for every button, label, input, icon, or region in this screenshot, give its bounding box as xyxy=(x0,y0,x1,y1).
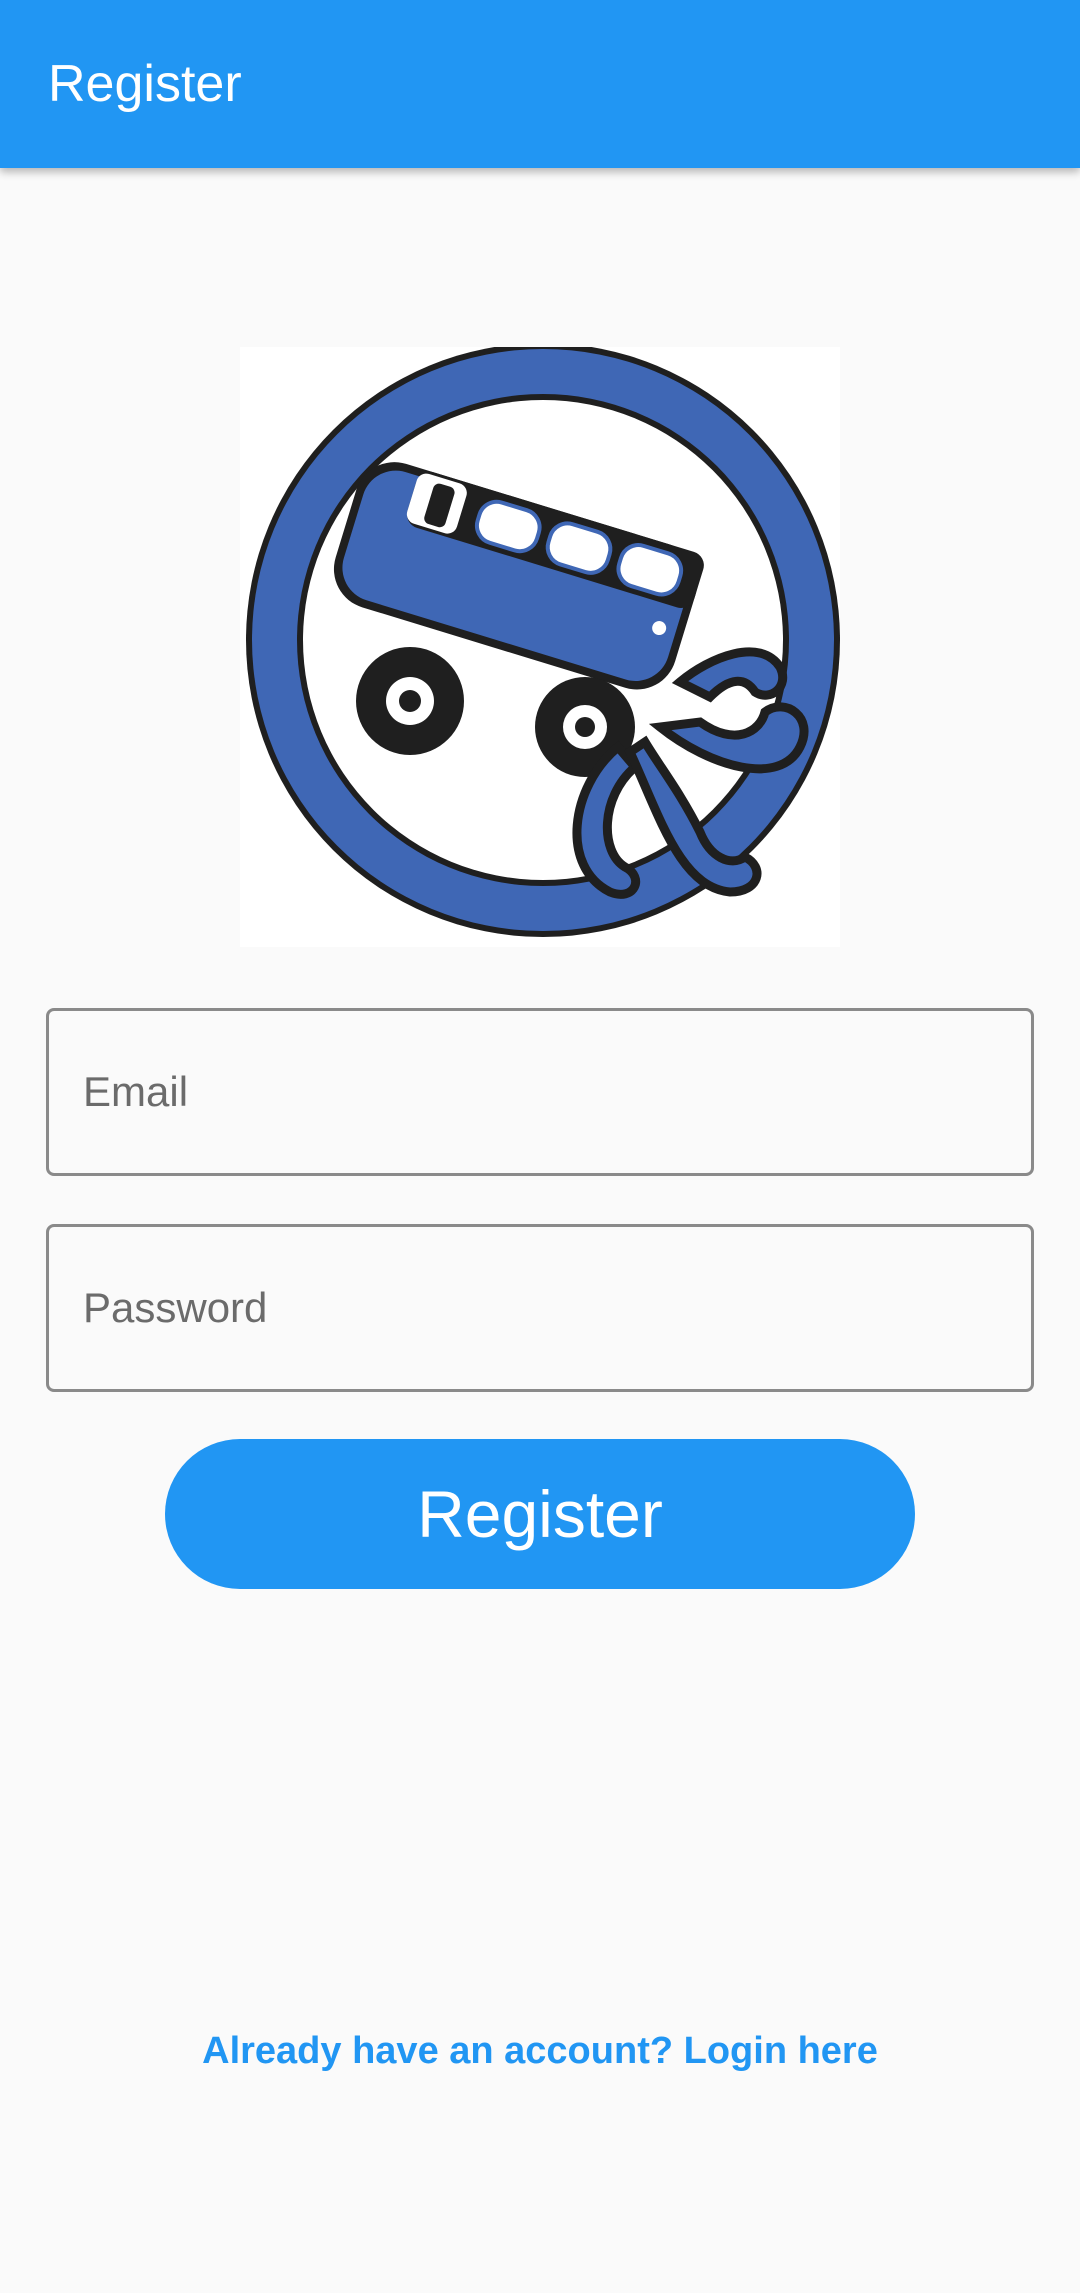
page-title: Register xyxy=(48,55,242,113)
app-bar: Register xyxy=(0,0,1080,168)
password-input[interactable] xyxy=(49,1227,1031,1389)
password-field[interactable] xyxy=(46,1224,1034,1392)
login-link[interactable]: Already have an account? Login here xyxy=(0,2026,1080,2076)
register-button[interactable]: Register xyxy=(165,1439,915,1589)
email-input[interactable] xyxy=(49,1011,1031,1173)
app-logo xyxy=(240,347,840,947)
bus-octopus-logo-icon xyxy=(246,347,840,937)
email-field[interactable] xyxy=(46,1008,1034,1176)
